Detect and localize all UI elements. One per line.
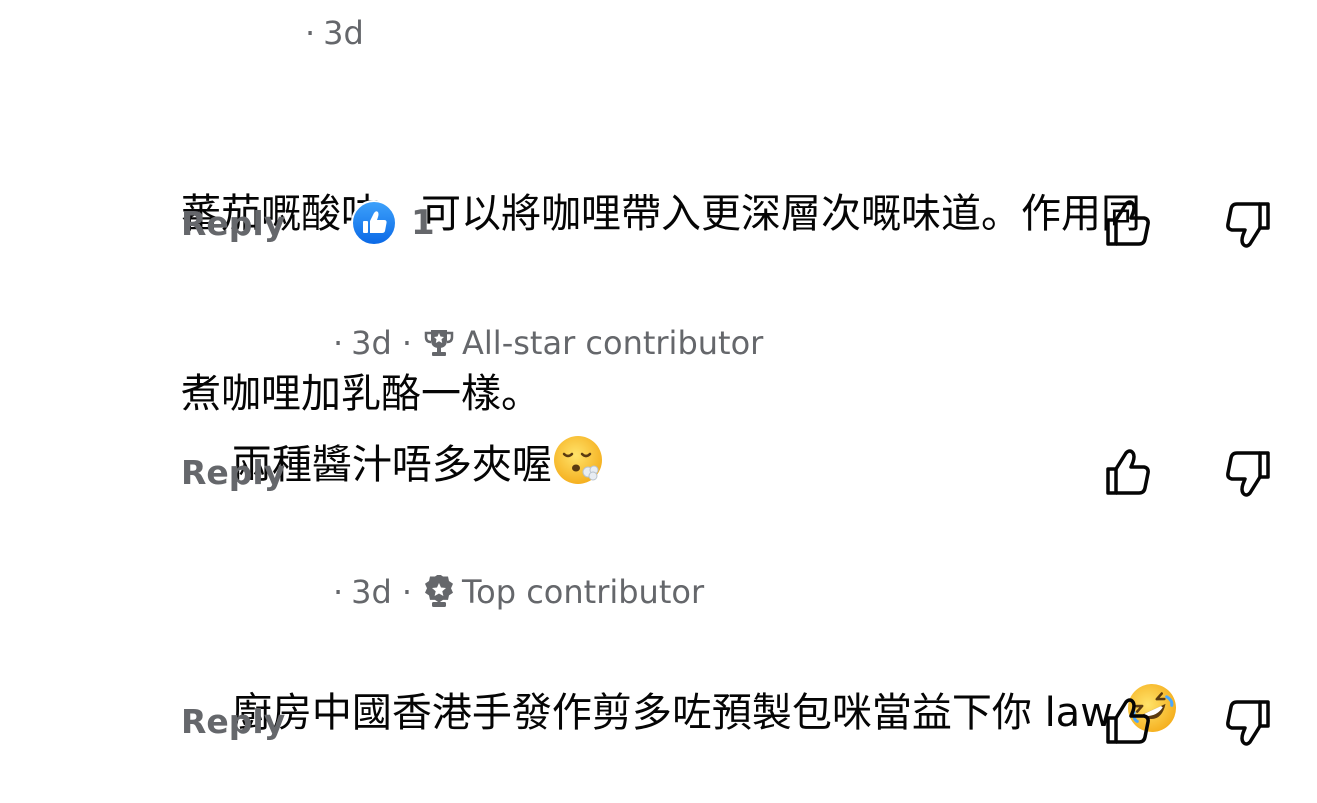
- upvote-icon[interactable]: [1104, 696, 1152, 748]
- reply-button[interactable]: Reply: [181, 702, 285, 742]
- comment-text-line: 蕃茄嘅酸味，可以將咖哩帶入更深層次嘅味道。作用同: [181, 191, 1141, 237]
- comment-meta: · 3d: [305, 13, 364, 53]
- comment-2: · 3d · All-star contributor 兩種醬汁唔多夾喔 Rep…: [0, 310, 1317, 510]
- contributor-badge[interactable]: All-star contributor: [462, 323, 763, 363]
- contributor-badge[interactable]: Top contributor: [462, 572, 704, 612]
- reply-button[interactable]: Reply: [181, 453, 285, 493]
- downvote-icon[interactable]: [1224, 447, 1272, 499]
- separator-dot: ·: [401, 324, 413, 362]
- separator-dot: ·: [401, 573, 413, 611]
- upvote-icon[interactable]: [1104, 198, 1152, 250]
- reply-button[interactable]: Reply: [181, 204, 285, 244]
- comment-1: · 3d 蕃茄嘅酸味，可以將咖哩帶入更深層次嘅味道。作用同 煮咖哩加乳酪一樣。 …: [0, 0, 1317, 417]
- separator-dot: ·: [333, 324, 344, 362]
- comment-time[interactable]: 3d: [351, 323, 392, 363]
- like-reaction-icon: [351, 200, 397, 246]
- comment-time[interactable]: 3d: [351, 572, 392, 612]
- face-exhaling-icon: [553, 436, 602, 484]
- medal-icon: [425, 575, 454, 607]
- downvote-icon[interactable]: [1224, 696, 1272, 748]
- downvote-icon[interactable]: [1224, 198, 1272, 250]
- upvote-icon[interactable]: [1104, 447, 1152, 499]
- separator-dot: ·: [305, 14, 316, 52]
- comment-meta: · 3d · All-star contributor: [333, 323, 763, 363]
- comment-meta: · 3d · Top contributor: [333, 572, 704, 612]
- trophy-icon: [424, 330, 454, 356]
- like-count: 1: [411, 203, 435, 243]
- separator-dot: ·: [333, 573, 344, 611]
- comment-text: 廚房中國香港手發作剪多咗預製包咪當益下你 law: [181, 622, 1178, 803]
- comment-3: · 3d · Top contributor 廚房中國香港手發作剪多咗預製包咪當…: [0, 560, 1317, 756]
- reaction-summary[interactable]: 1: [351, 200, 435, 246]
- comment-time[interactable]: 3d: [323, 13, 364, 53]
- comment-text-body: 廚房中國香港手發作剪多咗預製包咪當益下你 law: [231, 690, 1126, 736]
